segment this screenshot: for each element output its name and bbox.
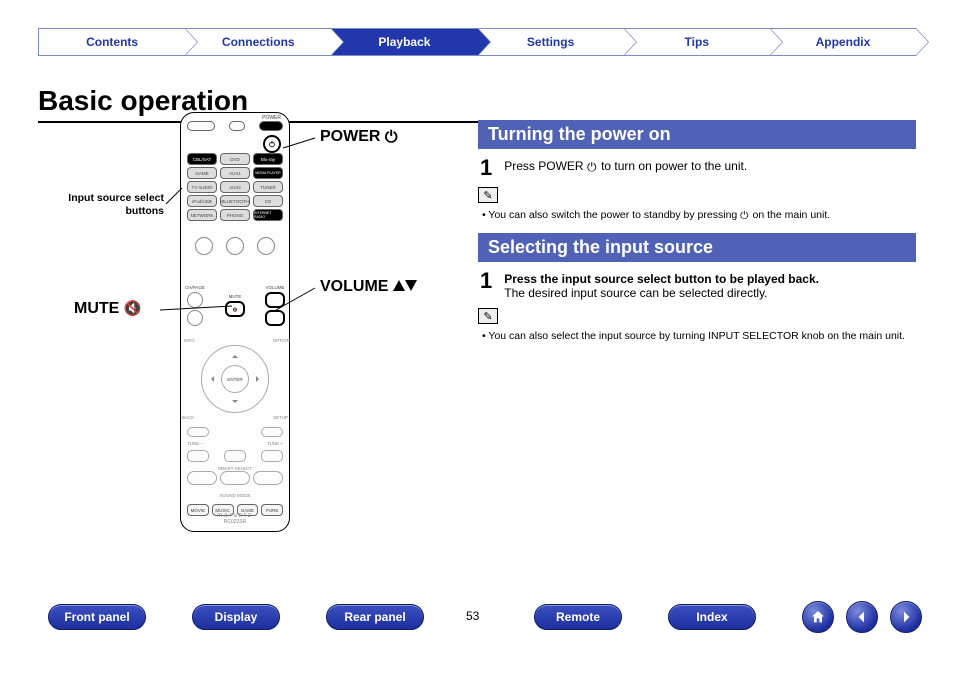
arrow-left-icon xyxy=(854,609,870,625)
tab-tips[interactable]: Tips xyxy=(624,28,770,56)
tab-label: Appendix xyxy=(816,35,871,49)
note-power: You can also switch the power to standby… xyxy=(482,209,914,221)
btn-display[interactable]: Display xyxy=(192,604,280,630)
btn-remote[interactable]: Remote xyxy=(534,604,622,630)
power-icon xyxy=(587,160,598,171)
remote-input-source-buttons: CBL/SAT DVD Blu-ray GAME AUX1 MEDIA PLAY… xyxy=(187,153,283,221)
remote-volume-down xyxy=(265,310,285,326)
tab-settings[interactable]: Settings xyxy=(478,28,624,56)
note-icon: ✎ xyxy=(478,308,498,324)
label-mute: MUTE 🔇 xyxy=(74,300,141,318)
btn-next[interactable] xyxy=(890,601,922,633)
btn-rear-panel[interactable]: Rear panel xyxy=(326,604,424,630)
tab-label: Connections xyxy=(222,35,295,49)
tab-playback[interactable]: Playback xyxy=(331,28,477,56)
remote-volume-up xyxy=(265,292,285,308)
home-icon xyxy=(810,609,826,625)
section-heading-power: Turning the power on xyxy=(478,120,916,149)
note-input: You can also select the input source by … xyxy=(482,330,914,342)
remote-power-button xyxy=(263,135,281,153)
step-1-power: 1 Press POWER to turn on power to the un… xyxy=(480,157,914,179)
btn-home[interactable] xyxy=(802,601,834,633)
label-power: POWER xyxy=(320,128,399,146)
page-number: 53 xyxy=(466,609,479,623)
btn-front-panel[interactable]: Front panel xyxy=(48,604,146,630)
arrow-right-icon xyxy=(898,609,914,625)
tab-appendix[interactable]: Appendix xyxy=(770,28,916,56)
section-heading-input: Selecting the input source xyxy=(478,233,916,262)
btn-prev[interactable] xyxy=(846,601,878,633)
triangle-up-icon xyxy=(393,280,405,291)
tab-contents[interactable]: Contents xyxy=(38,28,185,56)
power-icon xyxy=(740,210,749,219)
label-volume: VOLUME xyxy=(320,278,417,296)
step-1-input: 1 Press the input source select button t… xyxy=(480,270,914,300)
tab-label: Tips xyxy=(685,35,709,49)
remote-mute-button: 🔇 xyxy=(225,301,245,317)
power-icon xyxy=(385,129,399,143)
tab-label: Playback xyxy=(378,35,430,49)
page-title: Basic operation xyxy=(38,85,916,123)
label-input-source: Input source select buttons xyxy=(66,192,164,217)
tab-label: Contents xyxy=(86,35,138,49)
tab-connections[interactable]: Connections xyxy=(185,28,331,56)
note-icon: ✎ xyxy=(478,187,498,203)
remote-illustration: POWER CBL/SAT DVD Blu-ray GAME AUX1 MEDI… xyxy=(180,112,290,532)
btn-index[interactable]: Index xyxy=(668,604,756,630)
triangle-down-icon xyxy=(405,280,417,291)
mute-icon: 🔇 xyxy=(124,301,141,317)
tab-label: Settings xyxy=(527,35,574,49)
top-tab-nav: Contents Connections Playback Settings T… xyxy=(38,28,916,56)
